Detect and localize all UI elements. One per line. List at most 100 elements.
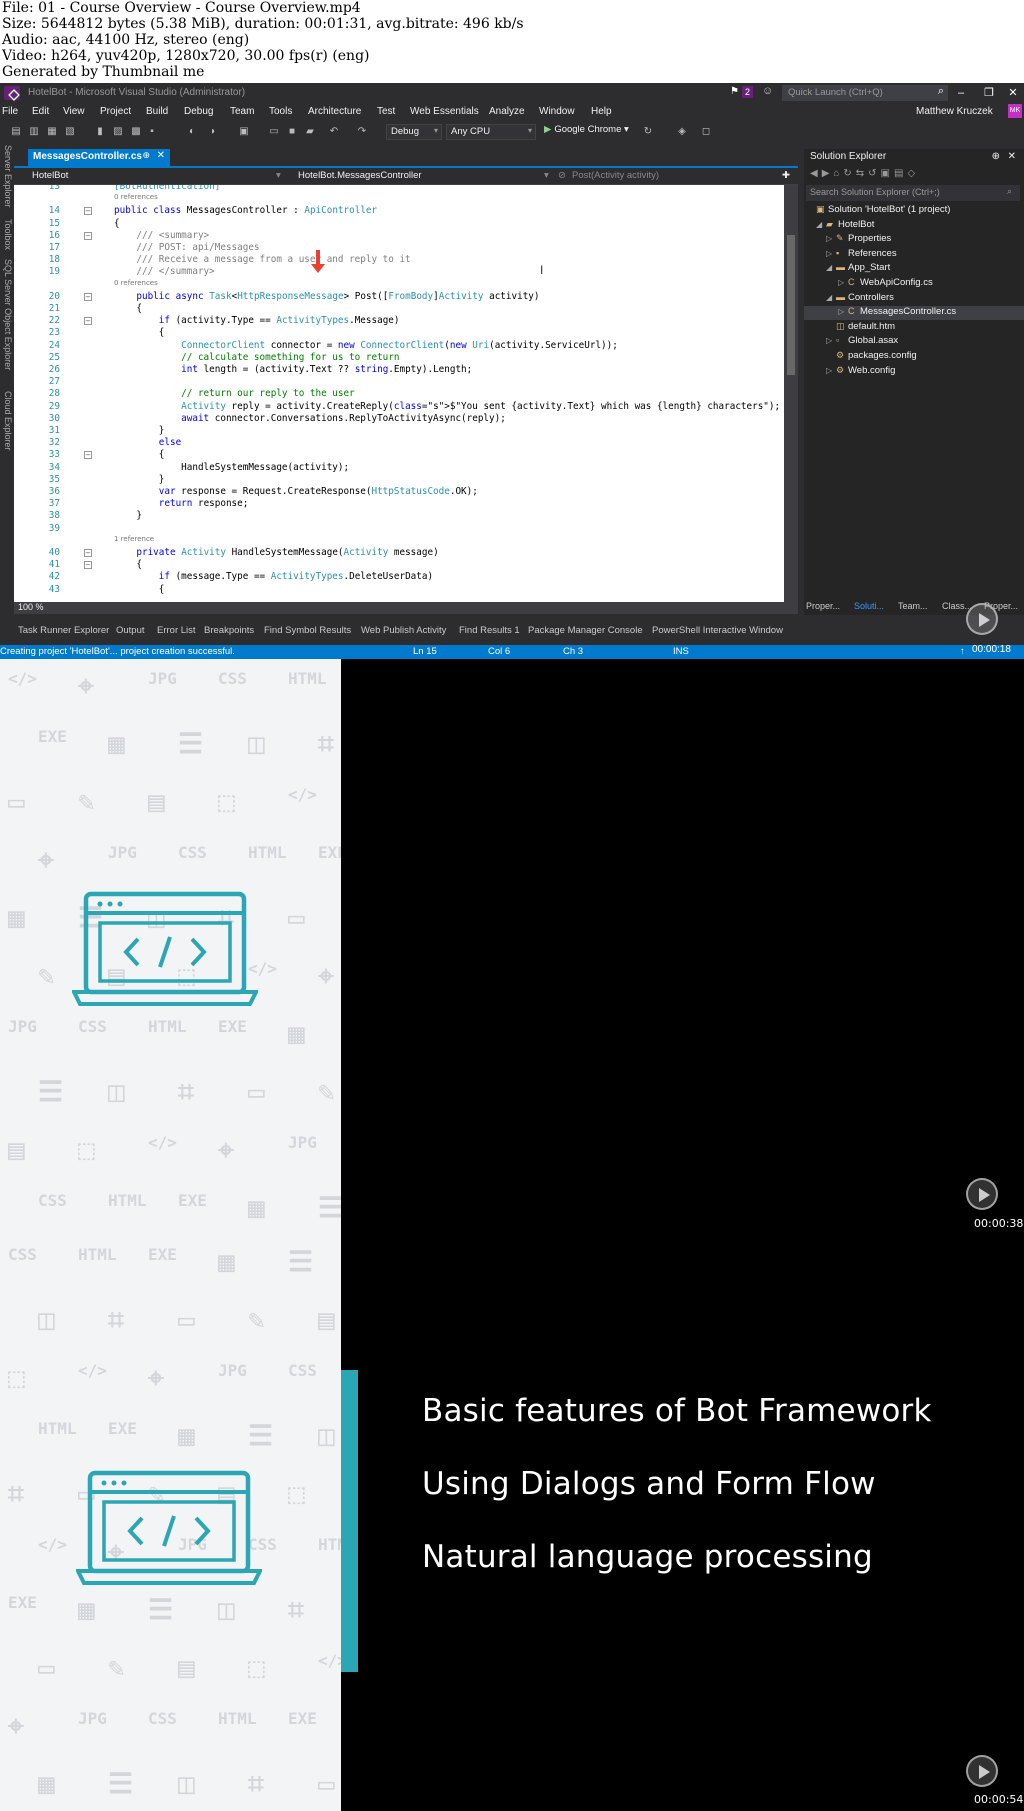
split-editor-icon[interactable]: ✚ [782,170,790,181]
tree-item[interactable]: ◢ ▰ HotelBot [804,219,1024,233]
menu-tools[interactable]: Tools [269,106,292,117]
tree-item[interactable]: ▣ Solution 'HotelBot' (1 project) [804,204,1024,218]
code-line[interactable]: 38 } [14,510,784,523]
tree-item[interactable]: ⚙ packages.config [804,350,1024,364]
tab-powershell-interactive-window[interactable]: PowerShell Interactive Window [652,625,783,636]
document-tab[interactable]: MessagesController.cs ⊕ ✕ [28,149,170,166]
code-line[interactable]: 16 /// <summary> − [14,230,784,243]
pin-icon[interactable]: ⊕ [992,151,1000,162]
code-line[interactable]: 29 Activity reply = activity.CreateReply… [14,401,784,414]
collapse-region-icon[interactable]: − [84,451,92,460]
expand-arrow-icon[interactable]: ◢ [816,220,826,229]
code-line[interactable]: 30 await connector.Conversations.ReplyTo… [14,413,784,426]
expand-arrow-icon[interactable]: ◢ [826,293,836,302]
code-line[interactable]: 20 public async Task<HttpResponseMessage… [14,291,784,304]
navigate-forward-icon[interactable]: ◑ [206,126,218,138]
collapse-region-icon[interactable]: − [84,317,92,326]
expand-arrow-icon[interactable]: ▷ [826,366,836,375]
tab-solution-explorer[interactable]: Soluti... [854,601,884,611]
toolbar-icon[interactable]: ▦ [46,126,58,138]
pin-icon[interactable]: ⊕ [142,150,150,161]
notification-count-badge[interactable]: 2 [742,86,754,98]
sql-server-object-explorer-tab[interactable]: SQL Server Object Explorer [3,259,13,370]
menu-help[interactable]: Help [591,106,612,117]
collapse-region-icon[interactable]: − [84,231,92,240]
member-dropdown[interactable]: Post(Activity activity) [572,170,659,181]
code-line[interactable]: 22 if (activity.Type == ActivityTypes.Me… [14,315,784,328]
maximize-button[interactable]: ❐ [980,85,998,101]
menu-view[interactable]: View [63,106,85,117]
tab-package-manager-console[interactable]: Package Manager Console [528,625,643,636]
code-line[interactable]: 36 var response = Request.CreateResponse… [14,486,784,499]
expand-arrow-icon[interactable]: ▷ [826,249,836,258]
code-line[interactable]: 24 ConnectorClient connector = new Conne… [14,340,784,353]
signed-in-user[interactable]: Matthew Kruczek [916,106,993,117]
toolbar-icon[interactable]: ▪ [146,126,158,138]
code-line[interactable]: 28 // return our reply to the user [14,388,784,401]
save-icon[interactable]: ■ [286,126,298,138]
code-line[interactable]: 18 /// Receive a message from a user and… [14,254,784,267]
expand-arrow-icon[interactable]: ▷ [826,234,836,243]
code-line[interactable]: 41 {− [14,559,784,572]
close-window-button[interactable]: ✕ [1004,85,1022,101]
tab-web-publish-activity[interactable]: Web Publish Activity [361,625,446,636]
type-dropdown[interactable]: HotelBot.MessagesController [298,170,422,181]
toolbar-icon[interactable]: ▥ [28,126,40,138]
zoom-level[interactable]: 100 % [18,602,44,612]
code-line[interactable]: 33 {− [14,449,784,462]
menu-edit[interactable]: Edit [32,106,49,117]
code-line[interactable]: 34 HandleSystemMessage(activity); [14,462,784,475]
toolbox-tab[interactable]: Toolbox [3,219,13,250]
code-line[interactable]: 39 [14,523,784,536]
tab-properties[interactable]: Proper... [806,601,840,611]
refresh-icon[interactable]: ↻ [642,126,654,138]
tree-item[interactable]: ▷ ⚙ Web.config [804,365,1024,379]
toolbar-icon[interactable]: ▧ [64,126,76,138]
platform-select[interactable]: Any CPU ▾ [446,124,536,140]
code-line[interactable]: 17 /// POST: api/Messages [14,242,784,255]
editor-vertical-scrollbar[interactable] [784,185,798,602]
code-line[interactable]: 35 } [14,474,784,487]
project-dropdown[interactable]: HotelBot [32,170,68,181]
tab-find-symbol-results[interactable]: Find Symbol Results [264,625,351,636]
tree-item[interactable]: ◫ default.htm [804,321,1024,335]
code-line[interactable]: 23 { [14,327,784,340]
tab-error-list[interactable]: Error List [157,625,196,636]
close-icon[interactable]: ✕ [1008,151,1016,162]
redo-icon[interactable]: ↷ [356,126,368,138]
code-line[interactable]: 43 { [14,584,784,597]
publish-arrow-icon[interactable]: ↑ [960,646,965,657]
menu-test[interactable]: Test [377,106,395,117]
expand-arrow-icon[interactable]: ▷ [838,307,848,316]
quick-launch-input[interactable]: Quick Launch (Ctrl+Q) ⌕ [782,85,948,101]
tab-breakpoints[interactable]: Breakpoints [204,625,254,636]
code-lens-reference[interactable]: 1 reference [14,535,784,548]
close-tab-icon[interactable]: ✕ [157,150,165,161]
collapse-region-icon[interactable]: − [84,292,92,301]
code-line[interactable]: 42 if (message.Type == ActivityTypes.Del… [14,571,784,584]
comment-icon[interactable]: ◻ [700,126,712,138]
tree-item[interactable]: ▷ ▪ References [804,248,1024,262]
scrollbar-thumb[interactable] [787,235,795,375]
tree-item[interactable]: ▷ C MessagesController.cs [804,306,1024,321]
code-line[interactable]: 26 int length = (activity.Text ?? string… [14,364,784,377]
avatar[interactable]: MK [1008,104,1022,118]
new-project-icon[interactable]: ▣ [238,126,250,138]
open-file-icon[interactable]: ▭ [268,126,280,138]
tab-team-explorer[interactable]: Team... [898,601,928,611]
menu-file[interactable]: File [2,106,18,117]
tree-item[interactable]: ◢ ▬ App_Start [804,262,1024,276]
code-line[interactable]: 37 return response; [14,498,784,511]
code-line[interactable]: 15 { [14,218,784,231]
code-editor[interactable]: 13 [BotAuthentication] 0 references 14 publi… [14,185,784,602]
code-lens-reference[interactable]: 0 references [14,279,784,292]
bookmark-icon[interactable]: ▮ [94,126,106,138]
code-line[interactable]: 14 public class MessagesController : ApiC… [14,205,784,218]
tree-item[interactable]: ▷ ✎ Properties [804,233,1024,247]
menu-architecture[interactable]: Architecture [308,106,361,117]
server-explorer-tab[interactable]: Server Explorer [3,145,13,208]
tab-find-results-1[interactable]: Find Results 1 [459,625,520,636]
tree-item[interactable]: ▷ ▫ Global.asax [804,335,1024,349]
code-line[interactable]: 31 } [14,425,784,438]
notification-flag-icon[interactable]: ⚑ [730,86,742,98]
